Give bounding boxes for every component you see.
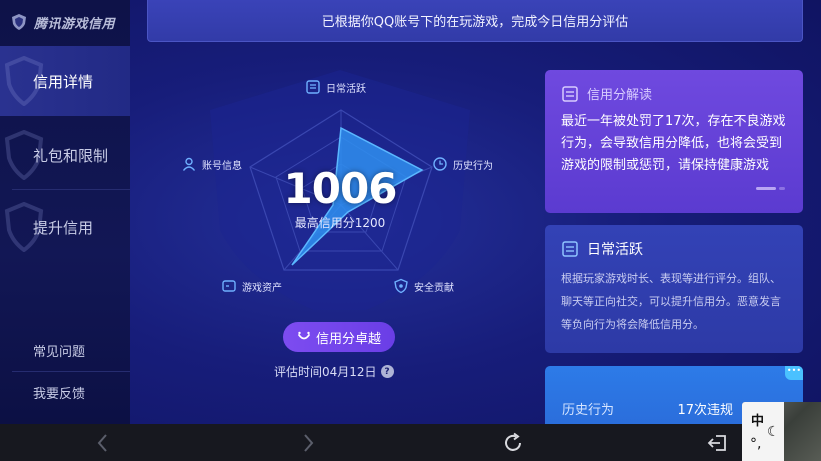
divider [12,371,130,372]
sidebar-item-label: 我要反馈 [33,386,86,402]
radar-label-security: 安全贡献 [393,278,454,294]
sidebar-item-improve-credit[interactable]: 提升信用 [0,192,130,262]
credit-level-button[interactable]: 信用分卓越 [283,322,395,352]
banner-text: 已根据你QQ账号下的在玩游戏，完成今日信用分评估 [321,15,629,30]
evaluation-time: 评估时间04月12日 ? [274,363,394,380]
sidebar-item-credit-details[interactable]: 信用详情 [0,46,130,116]
app-root: 腾讯游戏信用 信用详情 礼包和限制 提升信用 常见问题 我要反馈 已根据你QQ账… [0,0,821,461]
document-icon [562,85,578,102]
punctuation-icon: °, [750,436,762,452]
radar-label-assets: 游戏资产 [221,278,282,294]
max-score-label: 最高信用分1200 [294,216,386,230]
sidebar-item-faq[interactable]: 常见问题 [0,331,130,369]
corner-badge: ••• [785,366,803,380]
evaluation-banner: 已根据你QQ账号下的在玩游戏，完成今日信用分评估 [147,0,803,42]
radar-label-daily: 日常活跃 [305,79,366,95]
wallet-icon [222,280,236,292]
credit-score: 1006 [283,164,398,213]
history-label: 历史行为 [562,403,615,418]
radar-label-text: 游戏资产 [242,282,282,294]
chevron-right-icon[interactable] [296,431,320,455]
sidebar-item-label: 提升信用 [33,218,94,237]
document-icon [562,241,578,257]
pager-indicator [756,187,785,190]
brand-name: 腾讯游戏信用 [34,16,116,32]
sidebar-item-label: 信用详情 [33,72,94,91]
smile-icon [298,331,310,340]
shield-check-icon [394,278,408,294]
sidebar-item-label: 礼包和限制 [33,146,109,165]
radar-label-text: 日常活跃 [326,83,366,95]
ime-mode-label: 中 [751,414,765,429]
evaluation-time-text: 评估时间04月12日 [274,365,377,379]
sidebar-item-label: 常见问题 [33,344,86,360]
history-value: 17次违规 [677,403,733,418]
radar-label-text: 安全贡献 [414,282,454,294]
brand: 腾讯游戏信用 [0,0,130,44]
credit-interpretation-card[interactable]: 信用分解读 最近一年被处罚了17次，存在不良游戏行为，会导致信用分降低，也将会受… [545,70,803,213]
shield-logo-icon [12,14,26,30]
refresh-icon[interactable] [501,431,525,455]
credit-level-label: 信用分卓越 [315,331,381,347]
clock-icon [433,157,447,171]
card-body: 根据玩家游戏时长、表现等进行评分。组队、聊天等正向社交，可以提升信用分。恶意发言… [561,272,781,331]
system-navigation-bar [0,424,821,461]
moon-icon: ☾ [767,424,780,440]
help-icon[interactable]: ? [380,365,394,378]
chevron-left-icon[interactable] [91,431,115,455]
sidebar-item-gifts-limits[interactable]: 礼包和限制 [0,120,130,190]
ime-panel[interactable]: 中 ☾ °, [742,402,784,461]
camera-thumbnail: 中 ☾ °, [742,402,821,461]
radar-label-text: 账号信息 [202,160,242,172]
card-title: 日常活跃 [587,242,643,258]
radar-label-account: 账号信息 [181,156,242,172]
exit-icon[interactable] [706,431,730,455]
sidebar: 腾讯游戏信用 信用详情 礼包和限制 提升信用 常见问题 我要反馈 [0,0,130,424]
divider [12,189,130,190]
card-body: 最近一年被处罚了17次，存在不良游戏行为，会导致信用分降低，也将会受到游戏的限制… [561,114,786,173]
user-icon [182,157,196,171]
document-icon [306,80,320,94]
sidebar-item-feedback[interactable]: 我要反馈 [0,373,130,411]
daily-activity-card[interactable]: 日常活跃 根据玩家游戏时长、表现等进行评分。组队、聊天等正向社交，可以提升信用分… [545,225,803,353]
card-title: 信用分解读 [587,88,653,103]
radar-label-history: 历史行为 [432,156,493,172]
radar-label-text: 历史行为 [453,160,493,172]
